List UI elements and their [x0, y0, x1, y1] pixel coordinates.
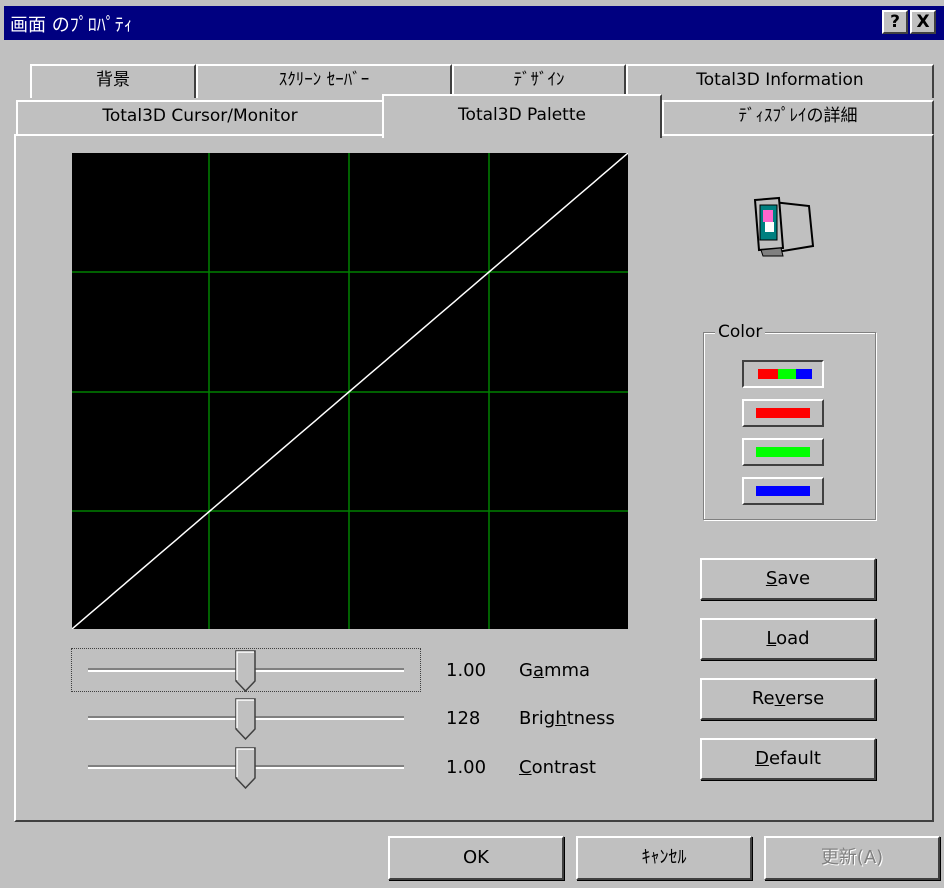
gamma-curve-svg: [72, 153, 628, 629]
tab-label: 背景: [96, 70, 130, 90]
color-green-button[interactable]: [742, 438, 824, 466]
green-swatch: [756, 447, 810, 457]
load-button[interactable]: Load: [700, 618, 876, 660]
tab-label: ﾃﾞｨｽﾌﾟﾚｲの詳細: [738, 106, 858, 126]
tab-total3d-information[interactable]: Total3D Information: [626, 64, 934, 98]
cancel-button[interactable]: ｷｬﾝｾﾙ: [576, 836, 752, 880]
help-button[interactable]: ?: [882, 10, 908, 34]
gamma-curve-line: [72, 153, 628, 629]
gamma-label: Gamma: [519, 660, 591, 681]
close-button[interactable]: X: [910, 10, 936, 34]
blue-swatch: [756, 486, 810, 496]
gamma-value: 1.00: [446, 660, 487, 681]
blue-swatch: [796, 369, 812, 379]
red-swatch: [756, 408, 810, 418]
tab-label: ﾃﾞｻﾞｲﾝ: [513, 70, 565, 90]
contrast-label: Contrast: [519, 757, 596, 778]
color-red-button[interactable]: [742, 399, 824, 427]
contrast-slider-thumb[interactable]: [235, 747, 257, 789]
gamma-curve-graph: [72, 153, 628, 629]
green-swatch: [778, 369, 796, 379]
default-button[interactable]: Default: [700, 738, 876, 780]
contrast-value: 1.00: [446, 757, 487, 778]
monitor-icon: [753, 196, 815, 257]
tab-label: ｽｸﾘｰﾝ ｾｰﾊﾞｰ: [278, 70, 370, 90]
reverse-button[interactable]: Reverse: [700, 678, 876, 720]
tab-label: Total3D Information: [696, 70, 864, 90]
properties-window: 画面 のﾌﾟﾛﾊﾟﾃｨ ? X 背景 ｽｸﾘｰﾝ ｾｰﾊﾞｰ ﾃﾞｻﾞｲﾝ To…: [0, 0, 944, 888]
window-title: 画面 のﾌﾟﾛﾊﾟﾃｨ: [10, 15, 133, 36]
brightness-value: 128: [446, 708, 481, 729]
tab-label: Total3D Cursor/Monitor: [102, 106, 298, 126]
color-group-label: Color: [715, 322, 766, 342]
color-all-button[interactable]: [742, 360, 824, 388]
tab-background[interactable]: 背景: [30, 64, 196, 98]
brightness-label: Brightness: [519, 708, 615, 729]
color-blue-button[interactable]: [742, 477, 824, 505]
brightness-slider-thumb[interactable]: [235, 698, 257, 740]
title-bar[interactable]: 画面 のﾌﾟﾛﾊﾟﾃｨ ? X: [4, 6, 944, 40]
tab-screensaver[interactable]: ｽｸﾘｰﾝ ｾｰﾊﾞｰ: [196, 64, 452, 98]
tab-display-details[interactable]: ﾃﾞｨｽﾌﾟﾚｲの詳細: [662, 100, 934, 134]
red-swatch: [758, 369, 778, 379]
tab-total3d-palette[interactable]: Total3D Palette: [382, 94, 662, 138]
ok-button[interactable]: OK: [388, 836, 564, 880]
tab-design[interactable]: ﾃﾞｻﾞｲﾝ: [452, 64, 626, 98]
apply-button[interactable]: 更新(A): [764, 836, 940, 880]
tab-total3d-cursor-monitor[interactable]: Total3D Cursor/Monitor: [16, 100, 384, 134]
save-button[interactable]: Save: [700, 558, 876, 600]
gamma-slider-thumb[interactable]: [235, 650, 257, 692]
tab-label: Total3D Palette: [458, 105, 586, 125]
